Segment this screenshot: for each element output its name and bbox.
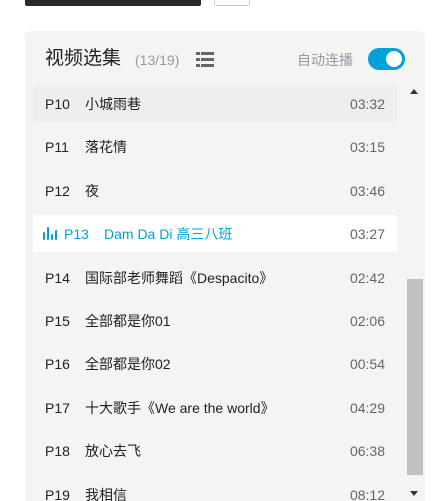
episode-duration: 00:54 [349,356,385,373]
episode-item[interactable]: P11 落花情 03:15 [33,128,397,165]
episode-duration: 02:06 [349,313,385,329]
panel-title: 视频选集 [45,48,122,69]
episode-title: 夜 [85,182,99,199]
episode-title: 放心去飞 [85,443,141,460]
episode-duration: 06:38 [349,443,385,460]
tag-badge [214,0,250,6]
top-strip: …… [0,0,447,8]
episode-number: P13 [64,226,89,243]
episode-number: P16 [45,356,70,373]
episode-duration: 03:15 [349,139,385,156]
autoplay-label: 自动连播 [297,52,353,68]
episode-title: 小城雨巷 [85,96,141,112]
episode-number: P14 [45,269,70,286]
episode-number: P12 [45,182,70,199]
episode-item[interactable]: P17 十大歌手《We are the world》 04:29 [33,389,397,426]
list-icon[interactable] [196,52,214,67]
episode-title: 我相信 [85,486,127,501]
episode-title: 国际部老师舞蹈《Despacito》 [85,269,274,286]
episode-title: 全部都是你01 [85,313,171,329]
episode-list: P10 小城雨巷 03:32 P11 落花情 03:15 P12 夜 03:46 P13 Dam D… [25,85,425,501]
episode-title: Dam Da Di 高三八班 [104,226,233,243]
episode-number: P15 [45,313,70,329]
panel-header: 视频选集 (13/19) 自动连播 [25,31,425,85]
episode-item[interactable]: P15 全部都是你01 02:06 [33,302,397,339]
episode-count: (13/19) [135,52,180,68]
episode-item[interactable]: P19 我相信 08:12 [33,476,397,501]
scroll-down-arrow-icon[interactable] [410,491,418,496]
episode-number: P19 [45,486,70,501]
episode-item[interactable]: P16 全部都是你02 00:54 [33,345,397,382]
episode-title: 落花情 [85,139,127,156]
top-partial-text: …… [258,0,284,4]
toggle-knob [386,51,402,67]
episode-title: 十大歌手《We are the world》 [85,399,275,416]
episode-item[interactable]: P14 国际部老师舞蹈《Despacito》 02:42 [33,259,397,296]
now-playing-icon [43,227,57,241]
episode-item[interactable]: P18 放心去飞 06:38 [33,432,397,469]
autoplay-toggle[interactable] [368,48,405,70]
episode-number: P18 [45,443,70,460]
episode-duration: 03:27 [349,226,385,243]
episode-duration: 02:42 [349,269,385,286]
episode-duration: 08:12 [349,486,385,501]
episode-duration: 03:32 [349,96,385,112]
episode-number: P10 [45,96,70,112]
episode-number: P11 [45,139,69,156]
video-thumbnail[interactable] [25,0,201,6]
episode-duration: 03:46 [349,182,385,199]
episode-number: P17 [45,399,70,416]
episode-panel: 视频选集 (13/19) 自动连播 P10 小城雨巷 03:32 P11 落花情 03:1… [25,31,425,501]
episode-item[interactable]: P10 小城雨巷 03:32 [33,85,397,122]
scroll-up-arrow-icon[interactable] [410,89,418,94]
scrollbar[interactable] [405,85,425,501]
episode-item[interactable]: P12 夜 03:46 [33,172,397,209]
episode-item-active[interactable]: P13 Dam Da Di 高三八班 03:27 [33,215,397,253]
scrollbar-thumb[interactable] [407,279,423,475]
episode-duration: 04:29 [349,399,385,416]
episode-title: 全部都是你02 [85,356,171,373]
